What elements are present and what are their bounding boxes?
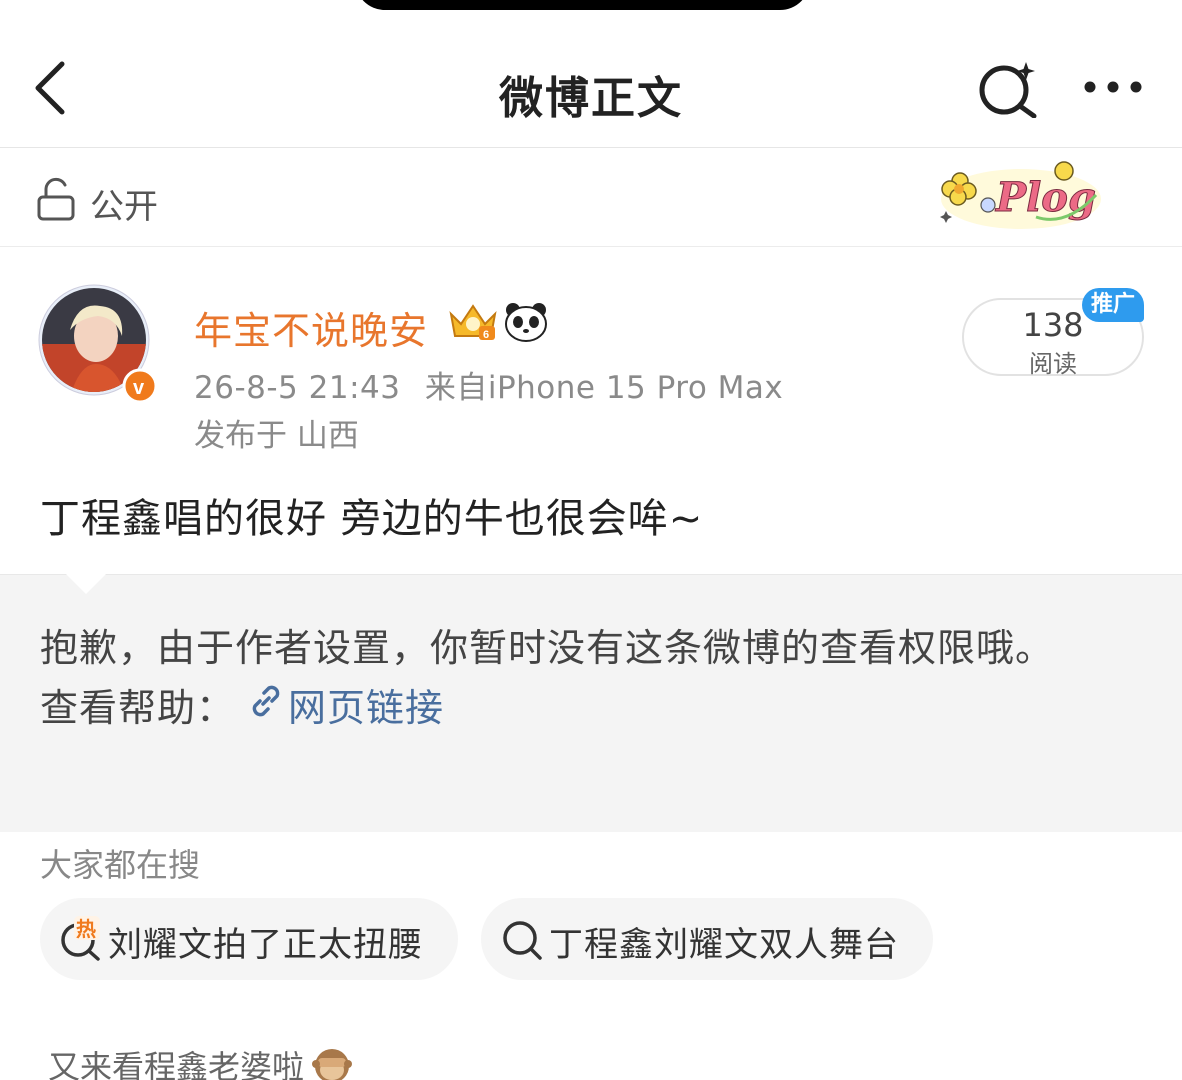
hot-search-label: 刘耀文拍了正太扭腰 — [108, 925, 423, 965]
post-text: 丁程鑫唱的很好 旁边的牛也很会哞~ — [40, 496, 704, 542]
permission-notice: 抱歉，由于作者设置，你暂时没有这条微博的查看权限哦。 查看帮助： 网页链接 — [0, 574, 1182, 832]
more-options-icon[interactable] — [1080, 72, 1146, 102]
hot-search-item[interactable]: 丁程鑫刘耀文双人舞台 — [481, 898, 933, 980]
hot-search-item[interactable]: 热 刘耀文拍了正太扭腰 — [40, 898, 458, 980]
help-link[interactable]: 网页链接 — [288, 677, 444, 732]
notice-message: 抱歉，由于作者设置，你暂时没有这条微博的查看权限哦。 — [40, 626, 1055, 670]
panda-emoji-icon — [505, 303, 547, 342]
post-source: 来自iPhone 15 Pro Max — [424, 370, 784, 406]
promo-badge[interactable]: 推广 — [1082, 288, 1144, 322]
notice-help-prefix: 查看帮助： — [40, 686, 236, 730]
hot-search-icon: 热 — [61, 916, 100, 961]
author-name[interactable]: 年宝不说晚安 — [194, 300, 428, 355]
unlock-icon — [37, 177, 75, 221]
svg-text:Plog: Plog — [995, 174, 1096, 221]
notice-pointer — [66, 574, 106, 594]
search-icon — [503, 921, 542, 960]
plog-sticker: Plog — [940, 161, 1101, 229]
see-no-evil-monkey-icon — [312, 1049, 352, 1080]
svg-text:热: 热 — [76, 917, 96, 941]
avatar[interactable]: v — [38, 284, 156, 402]
crown-badge-icon[interactable]: 6 — [447, 300, 499, 344]
link-icon[interactable] — [246, 681, 286, 721]
post-timestamp: 26-8-5 21:43 — [194, 370, 401, 406]
reads-label: 阅读 — [1029, 350, 1077, 378]
visibility-label: 公开 — [90, 187, 158, 227]
svg-text:v: v — [133, 377, 145, 399]
svg-text:6: 6 — [483, 329, 489, 341]
comment-text: 又来看程鑫老婆啦 — [48, 1048, 305, 1080]
top-nav-bar: 微博正文 — [0, 0, 1182, 148]
visibility-bar: 公开 Plog — [0, 149, 1182, 247]
post-location: 发布于 山西 — [194, 418, 359, 454]
hot-search-title: 大家都在搜 — [40, 846, 201, 884]
hot-search-label: 丁程鑫刘耀文双人舞台 — [549, 925, 899, 965]
search-icon[interactable] — [976, 58, 1042, 118]
post-meta: 26-8-5 21:43 来自iPhone 15 Pro Max — [194, 362, 783, 407]
